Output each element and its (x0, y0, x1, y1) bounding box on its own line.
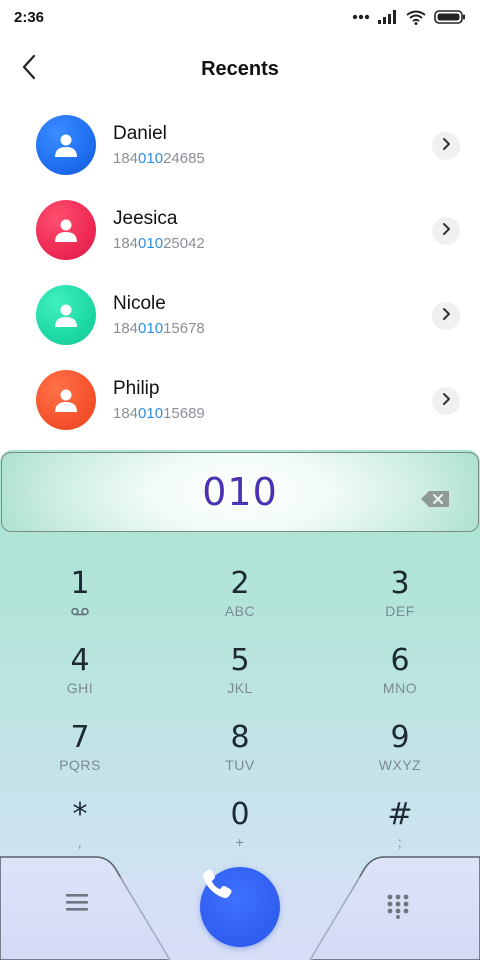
contact-name: Daniel (113, 123, 167, 144)
status-time: 2:36 (14, 8, 45, 26)
contact-row-jeesica[interactable]: Jeesica 18401025042 (0, 191, 480, 276)
contact-name: Jeesica (113, 208, 178, 229)
backspace-button[interactable] (420, 490, 450, 508)
header: Recents (0, 44, 480, 94)
number-display: 010 (1, 452, 479, 532)
key-1[interactable]: 1 (30, 568, 130, 638)
key-9[interactable]: 9 WXYZ (350, 722, 450, 792)
contact-number: 18401015689 (113, 405, 205, 422)
chevron-right-icon (441, 307, 451, 326)
keypad-toggle-button[interactable] (386, 893, 414, 921)
key-7[interactable]: 7 PQRS (30, 722, 130, 792)
contact-row-daniel[interactable]: Daniel 18401024685 (0, 106, 480, 191)
page-title: Recents (201, 57, 279, 80)
chevron-left-icon (21, 54, 37, 85)
status-icons (352, 10, 466, 25)
key-2[interactable]: 2 ABC (190, 568, 290, 638)
avatar (36, 370, 96, 430)
key-3[interactable]: 3 DEF (350, 568, 450, 638)
contact-name: Philip (113, 378, 160, 399)
dialed-number: 010 (202, 470, 278, 514)
more-dots-icon (352, 14, 370, 20)
contact-number: 18401024685 (113, 150, 205, 167)
back-button[interactable] (14, 52, 44, 86)
key-8[interactable]: 8 TUV (190, 722, 290, 792)
contact-number: 18401025042 (113, 235, 205, 252)
contact-row-philip[interactable]: Philip 18401015689 (0, 361, 480, 446)
wifi-icon (406, 10, 426, 25)
details-button[interactable] (432, 132, 460, 160)
signal-icon (378, 10, 398, 24)
details-button[interactable] (432, 217, 460, 245)
chevron-right-icon (441, 137, 451, 156)
person-icon (53, 387, 79, 413)
battery-icon (434, 10, 466, 24)
person-icon (53, 132, 79, 158)
key-6[interactable]: 6 MNO (350, 645, 450, 715)
avatar (36, 115, 96, 175)
chevron-right-icon (441, 392, 451, 411)
person-icon (53, 217, 79, 243)
chevron-right-icon (441, 222, 451, 241)
avatar (36, 285, 96, 345)
person-icon (53, 302, 79, 328)
contact-number: 18401015678 (113, 320, 205, 337)
status-bar: 2:36 (0, 0, 480, 34)
key-5[interactable]: 5 JKL (190, 645, 290, 715)
menu-button[interactable] (66, 893, 94, 917)
call-button[interactable] (200, 867, 280, 947)
backspace-icon (420, 491, 450, 512)
contact-row-nicole[interactable]: Nicole 18401015678 (0, 276, 480, 361)
bottom-action-bar (0, 855, 480, 960)
details-button[interactable] (432, 387, 460, 415)
voicemail-icon (71, 603, 89, 621)
details-button[interactable] (432, 302, 460, 330)
contact-name: Nicole (113, 293, 166, 314)
recents-list: Daniel 18401024685 Jeesica 18401025042 N… (0, 106, 480, 446)
avatar (36, 200, 96, 260)
key-4[interactable]: 4 GHI (30, 645, 130, 715)
